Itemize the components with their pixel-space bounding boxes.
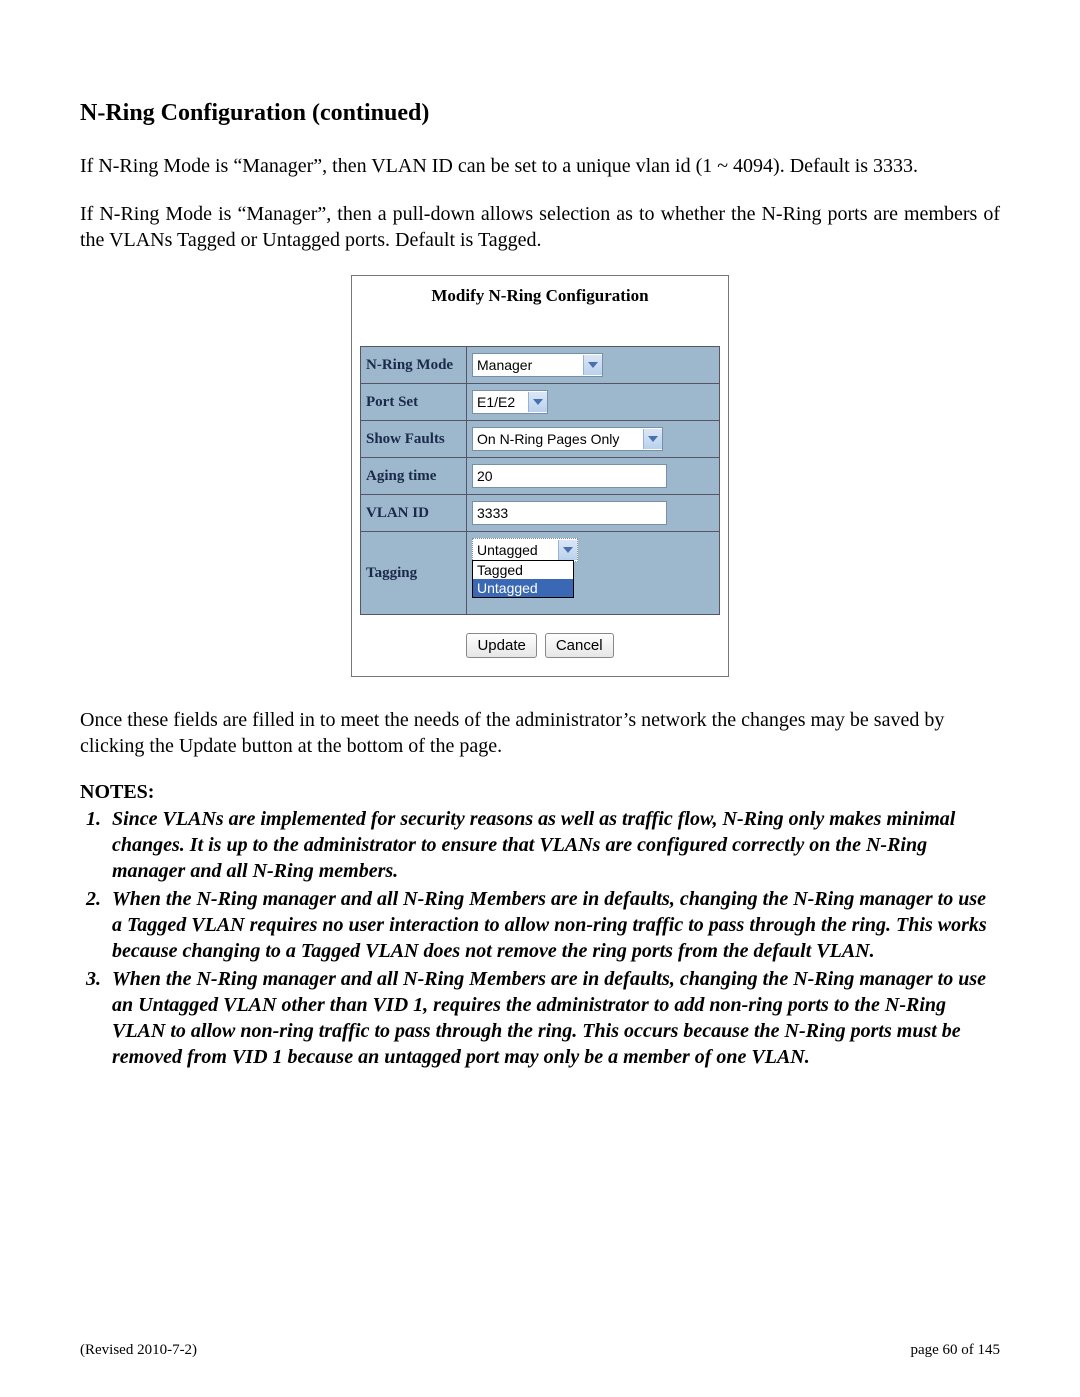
cancel-button[interactable]: Cancel <box>545 633 614 658</box>
label-vlan-id: VLAN ID <box>361 495 467 532</box>
chevron-down-icon[interactable] <box>643 429 662 449</box>
chevron-down-icon[interactable] <box>583 355 602 375</box>
select-tagging[interactable]: Untagged <box>472 538 578 562</box>
notes-heading: NOTES: <box>80 781 1000 804</box>
label-tagging: Tagging <box>361 532 467 615</box>
select-port-set-value: E1/E2 <box>477 394 515 410</box>
config-panel: Modify N-Ring Configuration N-Ring Mode … <box>351 275 729 677</box>
dropdown-tagging-list: Tagged Untagged <box>472 560 574 598</box>
paragraph-tagging: If N-Ring Mode is “Manager”, then a pull… <box>80 201 1000 253</box>
paragraph-update-info: Once these fields are filled in to meet … <box>80 707 1000 759</box>
select-tagging-value: Untagged <box>477 542 538 558</box>
label-nring-mode: N-Ring Mode <box>361 347 467 384</box>
note-item-2: When the N-Ring manager and all N-Ring M… <box>106 886 1000 964</box>
dropdown-option-untagged[interactable]: Untagged <box>473 579 573 597</box>
note-item-1: Since VLANs are implemented for security… <box>106 806 1000 884</box>
chevron-down-icon[interactable] <box>528 392 547 412</box>
footer-page-number: page 60 of 145 <box>910 1342 1000 1359</box>
input-vlan-id[interactable]: 3333 <box>472 501 667 525</box>
label-aging-time: Aging time <box>361 458 467 495</box>
paragraph-vlan-id: If N-Ring Mode is “Manager”, then VLAN I… <box>80 153 1000 179</box>
page-footer: (Revised 2010-7-2) page 60 of 145 <box>80 1342 1000 1359</box>
chevron-down-icon[interactable] <box>558 540 577 560</box>
update-button[interactable]: Update <box>466 633 536 658</box>
select-nring-mode[interactable]: Manager <box>472 353 603 377</box>
panel-title: Modify N-Ring Configuration <box>360 286 720 306</box>
select-show-faults[interactable]: On N-Ring Pages Only <box>472 427 663 451</box>
select-nring-mode-value: Manager <box>477 357 532 373</box>
page-title: N-Ring Configuration (continued) <box>80 100 1000 127</box>
label-port-set: Port Set <box>361 384 467 421</box>
note-item-3: When the N-Ring manager and all N-Ring M… <box>106 966 1000 1070</box>
label-show-faults: Show Faults <box>361 421 467 458</box>
dropdown-option-tagged[interactable]: Tagged <box>473 561 573 579</box>
footer-revised: (Revised 2010-7-2) <box>80 1342 197 1359</box>
config-form: N-Ring Mode Manager Port Set E1/E2 <box>360 346 720 615</box>
input-aging-time[interactable]: 20 <box>472 464 667 488</box>
notes-list: Since VLANs are implemented for security… <box>102 806 1000 1070</box>
select-show-faults-value: On N-Ring Pages Only <box>477 431 619 447</box>
select-port-set[interactable]: E1/E2 <box>472 390 548 414</box>
